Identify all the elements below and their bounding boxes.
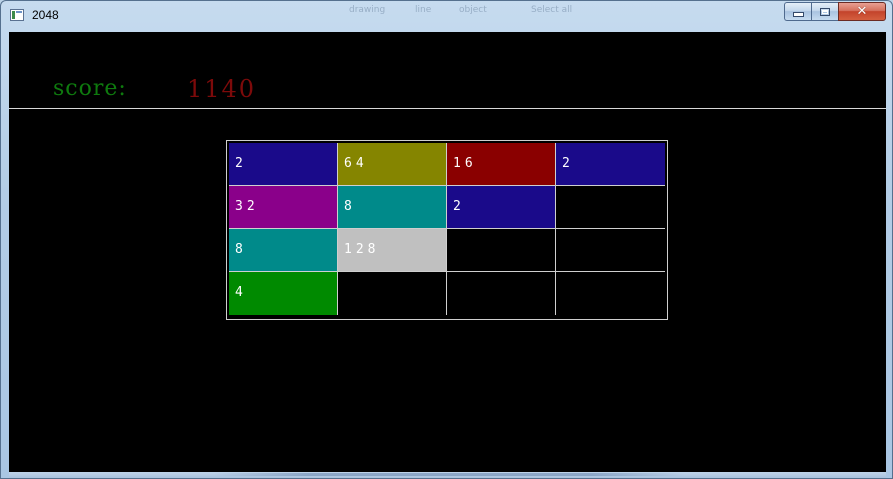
tile-32: 32 — [229, 186, 338, 229]
tile-64: 64 — [338, 143, 447, 186]
minimize-icon — [792, 12, 804, 17]
tile-empty — [447, 272, 556, 315]
background-window-ghost: drawing line object Select all — [321, 3, 591, 21]
tile-grid: 2 64 16 2 32 8 2 8 128 4 — [229, 143, 665, 315]
tile-4: 4 — [229, 272, 338, 315]
tile-empty — [556, 229, 665, 272]
minimize-button[interactable] — [784, 2, 811, 21]
header-divider — [9, 108, 886, 109]
tile-value: 4 — [235, 285, 247, 300]
tile-value: 32 — [235, 199, 259, 214]
tile-value: 2 — [562, 156, 574, 171]
tile-value: 8 — [344, 199, 356, 214]
tile-empty — [447, 229, 556, 272]
window-controls: ✕ — [784, 2, 886, 22]
close-icon: ✕ — [856, 4, 868, 19]
tile-value: 2 — [453, 199, 465, 214]
app-icon[interactable] — [10, 9, 24, 21]
score-value: 1140 — [187, 75, 257, 103]
score-label: score: — [53, 76, 127, 101]
maximize-icon — [820, 7, 830, 16]
tile-value: 128 — [344, 242, 380, 257]
tile-value: 2 — [235, 156, 247, 171]
tile-value: 8 — [235, 242, 247, 257]
tile-empty — [338, 272, 447, 315]
close-button[interactable]: ✕ — [838, 2, 886, 21]
tile-128: 128 — [338, 229, 447, 272]
ghost-menu-item: Select all — [531, 5, 573, 15]
window-bottom-border — [9, 472, 886, 478]
tile-empty — [556, 186, 665, 229]
tile-2: 2 — [229, 143, 338, 186]
tile-value: 64 — [344, 156, 368, 171]
ghost-menu-item: line — [415, 5, 432, 15]
tile-value: 16 — [453, 156, 477, 171]
app-window: drawing line object Select all 2048 ✕ sc… — [0, 0, 893, 479]
tile-16: 16 — [447, 143, 556, 186]
title-bar[interactable]: drawing line object Select all 2048 ✕ — [1, 1, 892, 31]
tile-2: 2 — [447, 186, 556, 229]
tile-empty — [556, 272, 665, 315]
tile-2: 2 — [556, 143, 665, 186]
game-board: 2 64 16 2 32 8 2 8 128 4 — [226, 140, 668, 320]
tile-8: 8 — [338, 186, 447, 229]
tile-8: 8 — [229, 229, 338, 272]
window-title: 2048 — [32, 8, 59, 22]
game-canvas[interactable]: score: 1140 2 64 16 2 32 8 2 8 128 4 — [9, 32, 886, 472]
ghost-menu-item: object — [459, 5, 487, 15]
maximize-button[interactable] — [811, 2, 838, 21]
ghost-menu-item: drawing — [349, 5, 386, 15]
